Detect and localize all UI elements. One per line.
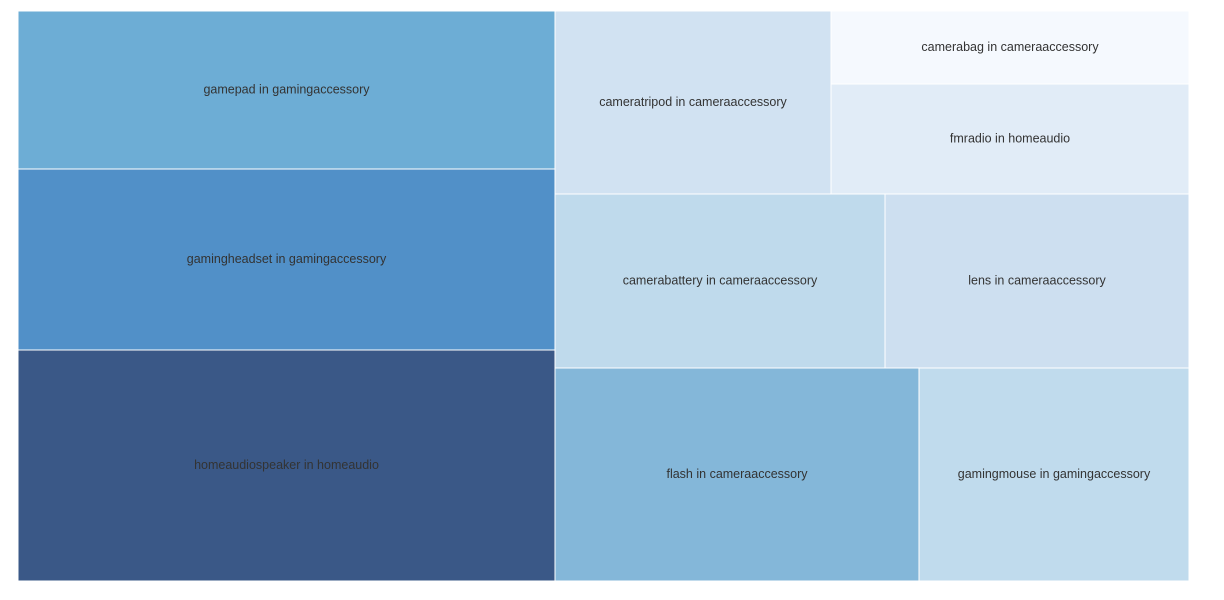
treemap-cell-gamingmouse: gamingmouse in gamingaccessory: [918, 367, 1190, 582]
treemap-label-camerabag: camerabag in cameraaccessory: [921, 40, 1099, 54]
treemap-cell-gamepad: gamepad in gamingaccessory: [17, 10, 556, 170]
treemap-label-gamingmouse: gamingmouse in gamingaccessory: [958, 467, 1151, 481]
treemap-label-camerabattery: camerabattery in cameraaccessory: [623, 273, 818, 287]
treemap-cell-cameratripod: cameratripod in cameraaccessory: [554, 10, 832, 195]
treemap-label-lens: lens in cameraaccessory: [968, 273, 1106, 287]
treemap-cell-camerabattery: camerabattery in cameraaccessory: [554, 193, 886, 369]
treemap-label-fmradio: fmradio in homeaudio: [950, 131, 1070, 145]
treemap-label-homeaudiospeaker: homeaudiospeaker in homeaudio: [194, 458, 379, 472]
treemap-chart: gamepad in gamingaccessory gamingheadset …: [17, 10, 1190, 582]
treemap-cell-fmradio: fmradio in homeaudio: [830, 83, 1190, 195]
treemap-label-flash: flash in cameraaccessory: [666, 467, 808, 481]
treemap-label-gamepad: gamepad in gamingaccessory: [203, 82, 370, 96]
treemap-label-gamingheadset: gamingheadset in gamingaccessory: [187, 252, 387, 266]
treemap-cell-flash: flash in cameraaccessory: [554, 367, 920, 582]
treemap-cell-lens: lens in cameraaccessory: [884, 193, 1190, 369]
treemap-label-cameratripod: cameratripod in cameraaccessory: [599, 95, 787, 109]
treemap-cell-homeaudiospeaker: homeaudiospeaker in homeaudio: [17, 349, 556, 582]
treemap-cell-camerabag: camerabag in cameraaccessory: [830, 10, 1190, 85]
treemap-cell-gamingheadset: gamingheadset in gamingaccessory: [17, 168, 556, 351]
